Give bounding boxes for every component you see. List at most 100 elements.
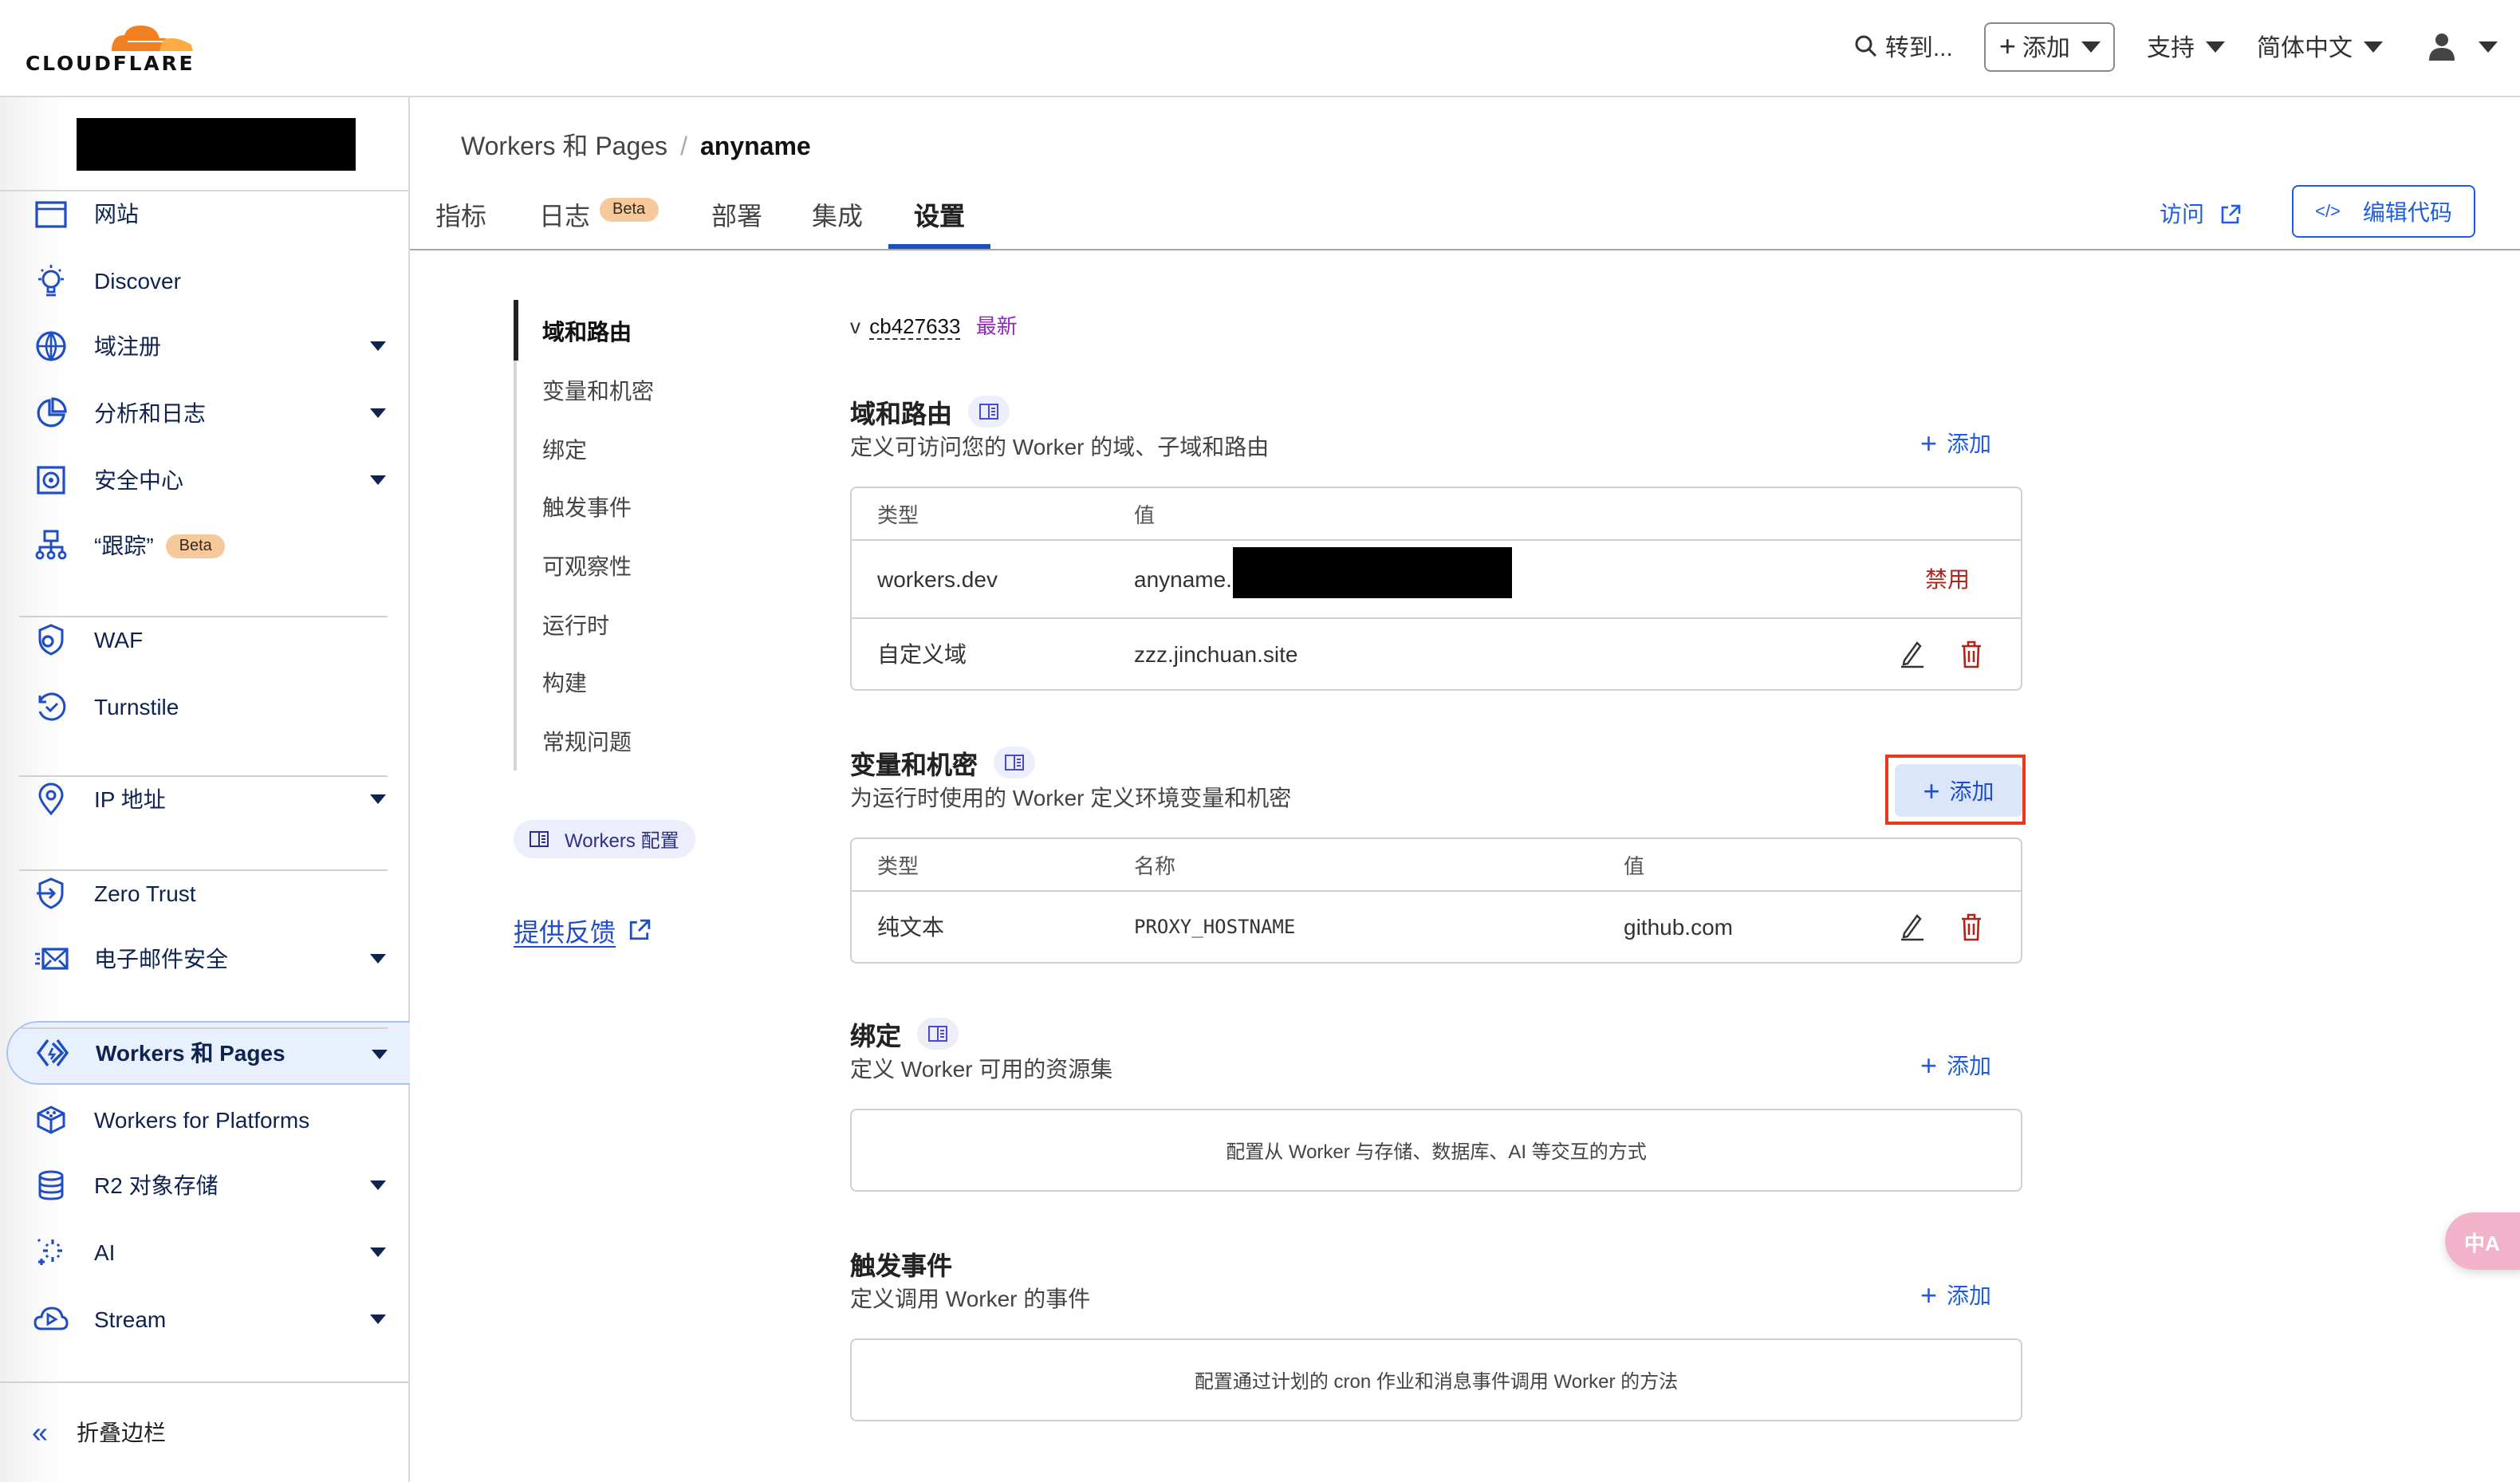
tab-logs[interactable]: 日志 Beta (539, 195, 659, 249)
edit-code-button[interactable]: </> 编辑代码 (2292, 185, 2475, 238)
caret-down-icon (2205, 41, 2225, 52)
sidebar-item[interactable]: 网站 (6, 182, 408, 246)
section-description: 定义调用 Worker 的事件 (850, 1286, 1091, 1311)
external-link-icon (629, 919, 651, 940)
user-icon (2429, 34, 2455, 61)
settings-nav-item[interactable]: 构建 (542, 667, 587, 699)
sidebar-item[interactable]: Discover (6, 249, 408, 313)
translate-button[interactable]: 中A (2445, 1212, 2520, 1270)
docs-link[interactable] (994, 747, 1036, 778)
browser-window-icon (33, 196, 69, 231)
caret-down-icon[interactable] (370, 1247, 386, 1257)
beta-badge: Beta (600, 198, 659, 222)
sidebar-item[interactable]: IP 地址 (6, 767, 408, 831)
sidebar-item[interactable]: “跟踪” Beta (6, 514, 408, 577)
add-domain-button[interactable]: + 添加 (1920, 428, 1991, 459)
delete-icon[interactable] (1960, 640, 1983, 668)
visit-link[interactable]: 访问 (2160, 198, 2241, 230)
empty-message: 配置通过计划的 cron 作业和消息事件调用 Worker 的方法 (1194, 1370, 1679, 1392)
settings-nav-item[interactable]: 运行时 (542, 609, 609, 641)
plus-icon: + (1920, 428, 1938, 459)
divider (19, 869, 388, 871)
sidebar-item[interactable]: 电子邮件安全 (6, 927, 408, 991)
sidebar-item[interactable]: 分析和日志 (6, 381, 408, 445)
add-trigger-button[interactable]: + 添加 (1920, 1279, 1991, 1311)
sidebar-item[interactable]: Workers 和 Pages (6, 1021, 410, 1085)
caret-down-icon[interactable] (370, 341, 386, 351)
account-name-redacted[interactable] (77, 118, 356, 171)
variables-table: 类型 名称 值 纯文本 PROXY_HOSTNAME github.com (850, 838, 2022, 964)
version-hash[interactable]: cb427633 (869, 314, 961, 340)
delete-icon[interactable] (1960, 912, 1983, 941)
sidebar-item-label: 域注册 (94, 333, 161, 359)
tab-metrics[interactable]: 指标 (435, 195, 486, 249)
sidebar-item[interactable]: Workers for Platforms (6, 1088, 408, 1152)
caret-down-icon[interactable] (370, 1180, 386, 1190)
user-menu[interactable] (2427, 32, 2498, 61)
settings-nav-item[interactable]: 触发事件 (542, 491, 632, 523)
breadcrumb-current: anyname (699, 134, 811, 161)
cloudflare-logo[interactable]: CLOUDFLARE (22, 13, 198, 83)
column-header-value: 值 (1624, 854, 1645, 878)
double-chevron-left-icon: « (32, 1416, 49, 1448)
caret-down-icon[interactable] (370, 1314, 386, 1324)
settings-nav-item[interactable]: 域和路由 (542, 316, 632, 348)
redacted-subdomain (1233, 547, 1512, 598)
caret-down-icon (2081, 41, 2101, 52)
settings-nav-item[interactable]: 变量和机密 (542, 375, 654, 407)
column-header-value: 值 (1134, 503, 1156, 527)
sidebar-item[interactable]: AI (6, 1220, 408, 1284)
support-dropdown[interactable]: 支持 (2147, 30, 2225, 63)
sidebar-item[interactable]: 域注册 (6, 314, 408, 378)
settings-nav-item[interactable]: 绑定 (542, 434, 587, 466)
divider (19, 775, 388, 777)
domains-section-title: 域和路由 (850, 392, 1010, 431)
sidebar-item[interactable]: Turnstile (6, 675, 408, 739)
tab-deployments[interactable]: 部署 (711, 195, 762, 249)
sidebar-item[interactable]: WAF (6, 608, 408, 672)
language-dropdown[interactable]: 简体中文 (2257, 30, 2383, 63)
divider (19, 616, 388, 617)
divider (19, 1027, 388, 1029)
section-description: 为运行时使用的 Worker 定义环境变量和机密 (850, 785, 1292, 810)
tab-integrations[interactable]: 集成 (812, 195, 863, 249)
disable-workers-dev-button[interactable]: 禁用 (1925, 563, 1970, 595)
version-info: v cb427633 最新 (850, 309, 1018, 340)
tab-settings[interactable]: 设置 (888, 195, 991, 249)
collapse-sidebar-button[interactable]: « 折叠边栏 (0, 1381, 408, 1482)
caret-down-icon[interactable] (372, 1050, 388, 1059)
sidebar-item-label: Workers for Platforms (94, 1107, 310, 1133)
settings-nav-item[interactable]: 常规问题 (542, 726, 632, 758)
settings-nav-item[interactable]: 可观察性 (542, 550, 632, 582)
sidebar-item[interactable]: Stream (6, 1287, 408, 1351)
docs-link[interactable] (917, 1018, 959, 1050)
goto-search[interactable]: 转到... (1853, 30, 1953, 63)
triggers-empty-state: 配置通过计划的 cron 作业和消息事件调用 Worker 的方法 (850, 1338, 2022, 1421)
row-type: 纯文本 (877, 914, 944, 940)
caret-down-icon[interactable] (370, 475, 386, 485)
add-dropdown-button[interactable]: + 添加 (1984, 22, 2115, 71)
active-indicator (514, 300, 518, 361)
edit-icon[interactable] (1900, 912, 1925, 941)
breadcrumb-parent[interactable]: Workers 和 Pages (461, 134, 667, 161)
feedback-link[interactable]: 提供反馈 (514, 911, 651, 949)
add-binding-button[interactable]: + 添加 (1920, 1050, 1991, 1082)
language-label: 简体中文 (2256, 34, 2353, 61)
section-description: 定义可访问您的 Worker 的域、子域和路由 (850, 434, 1270, 459)
add-variable-button[interactable]: + 添加 (1895, 764, 2022, 817)
sparkle-icon (33, 1235, 69, 1270)
refresh-check-icon (33, 689, 69, 724)
sidebar-item-label: 分析和日志 (94, 400, 206, 426)
section-title: 触发事件 (850, 1254, 953, 1281)
edit-icon[interactable] (1900, 640, 1925, 668)
sidebar-item[interactable]: Zero Trust (6, 861, 408, 925)
docs-link[interactable] (968, 396, 1010, 428)
workers-icon (35, 1035, 70, 1070)
caret-down-icon[interactable] (370, 408, 386, 418)
caret-down-icon[interactable] (370, 794, 386, 804)
cloud-play-icon (33, 1302, 69, 1337)
sidebar-item[interactable]: R2 对象存储 (6, 1153, 408, 1217)
sidebar-item[interactable]: 安全中心 (6, 448, 408, 512)
workers-config-docs-pill[interactable]: Workers 配置 (514, 820, 695, 858)
caret-down-icon[interactable] (370, 954, 386, 964)
